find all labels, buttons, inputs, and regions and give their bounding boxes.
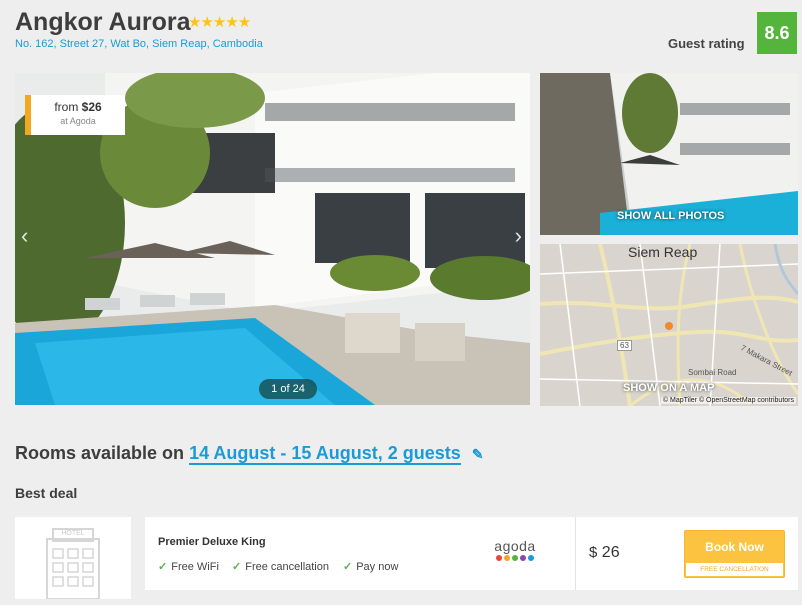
provider-dot (528, 555, 534, 561)
rooms-title-prefix: Rooms available on (15, 443, 185, 463)
show-all-photos-tile[interactable]: SHOW ALL PHOTOS (540, 73, 798, 235)
provider-dot (512, 555, 518, 561)
main-photo[interactable]: from $26 at Agoda ‹ › 1 of 24 (15, 73, 530, 405)
room-name: Premier Deluxe King (158, 536, 266, 548)
map-city-label: Siem Reap (628, 244, 698, 260)
show-all-photos-label: SHOW ALL PHOTOS (617, 210, 725, 222)
feature-cancellation: ✓ Free cancellation (232, 560, 329, 573)
price-from-value: $26 (81, 100, 102, 114)
check-icon: ✓ (343, 561, 353, 573)
map-street-label: Sombai Road (688, 368, 737, 377)
hotel-thumb-label: HOTEL (61, 530, 85, 537)
feature-pay-now: ✓ Pay now (343, 560, 398, 573)
free-cancellation-note: FREE CANCELLATION (686, 563, 783, 576)
date-guests-link[interactable]: 14 August - 15 August, 2 guests (189, 443, 461, 465)
price-amount: 26 (601, 544, 620, 561)
map-road-number: 63 (617, 340, 632, 351)
check-icon: ✓ (232, 561, 242, 573)
feature-label: Free cancellation (245, 561, 329, 573)
book-now-button[interactable]: Book Now FREE CANCELLATION (684, 530, 785, 578)
guest-rating-label: Guest rating (668, 36, 745, 51)
map-attribution: © MapTiler © OpenStreetMap contributors (660, 397, 796, 404)
hotel-name: Angkor Aurora (15, 8, 191, 36)
map-tile[interactable]: Siem Reap 63 Sombai Road 7 Makara Street… (540, 244, 798, 406)
deal-divider (575, 517, 576, 590)
deal-price: $ 26 (589, 544, 620, 562)
price-tag[interactable]: from $26 at Agoda (25, 95, 125, 135)
provider-logo: agoda (488, 538, 542, 561)
prev-photo-icon[interactable]: ‹ (21, 223, 28, 249)
book-now-label: Book Now (705, 540, 764, 554)
provider-dot (496, 555, 502, 561)
next-photo-icon[interactable]: › (515, 223, 522, 249)
best-deal-heading: Best deal (15, 485, 78, 501)
photo-counter: 1 of 24 (259, 379, 317, 399)
rooms-available-heading: Rooms available on 14 August - 15 August… (15, 443, 484, 465)
guest-rating-badge: 8.6 (757, 12, 797, 54)
hotel-thumbnail: HOTEL (15, 517, 131, 600)
provider-dots (488, 555, 542, 561)
feature-label: Free WiFi (171, 561, 219, 573)
provider-dot (520, 555, 526, 561)
feature-wifi: ✓ Free WiFi (158, 560, 219, 573)
price-source: at Agoda (60, 116, 96, 126)
star-rating-icon: ★★★★★ (188, 14, 251, 31)
show-on-map-label: SHOW ON A MAP (623, 382, 715, 394)
edit-pencil-icon[interactable]: ✎ (472, 446, 484, 462)
feature-label: Pay now (356, 561, 399, 573)
price-from-label: from (54, 100, 79, 114)
deal-card[interactable]: Premier Deluxe King ✓ Free WiFi ✓ Free can… (145, 517, 798, 590)
check-icon: ✓ (158, 561, 168, 573)
provider-dot (504, 555, 510, 561)
provider-name: agoda (494, 538, 536, 554)
hotel-address-link[interactable]: No. 162, Street 27, Wat Bo, Siem Reap, C… (15, 38, 263, 50)
price-currency: $ (589, 544, 598, 561)
